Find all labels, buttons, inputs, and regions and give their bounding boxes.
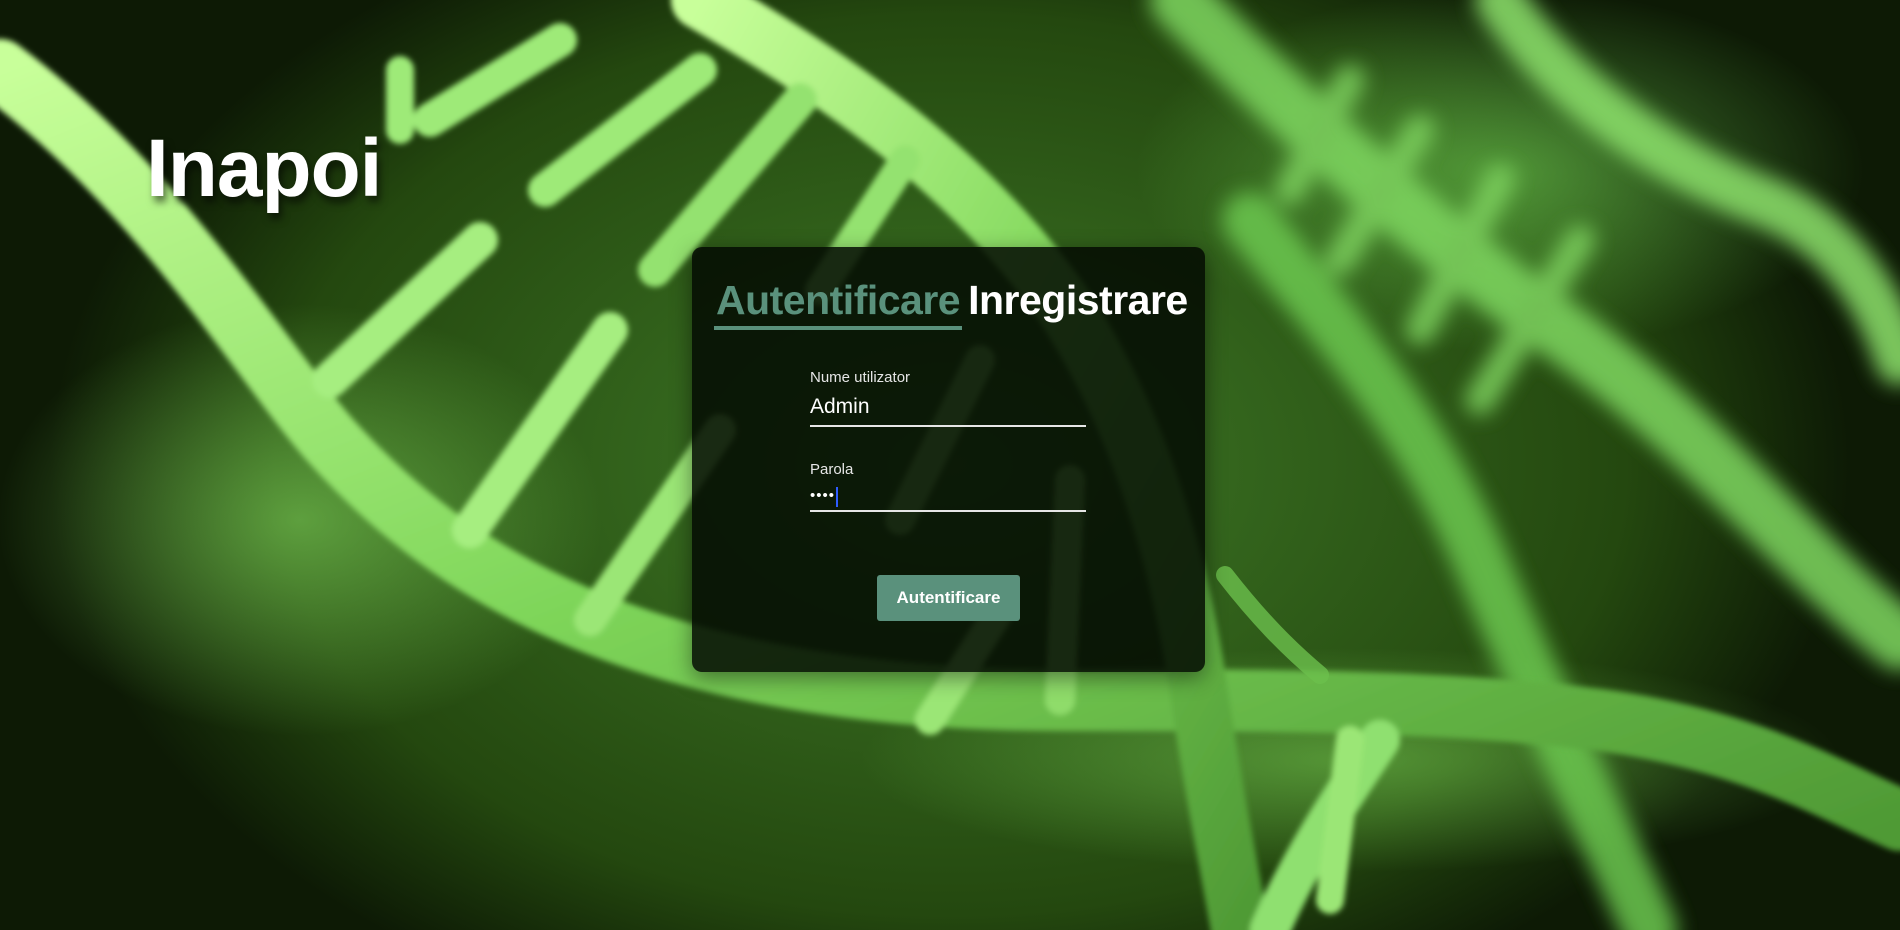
tab-register[interactable]: Inregistrare (966, 277, 1190, 323)
username-input[interactable] (810, 391, 1086, 427)
password-field-group: Parola (810, 461, 1086, 512)
auth-card: Autentificare Inregistrare Nume utilizato… (692, 247, 1205, 672)
login-submit-button[interactable]: Autentificare (877, 575, 1020, 621)
tab-login[interactable]: Autentificare (714, 277, 963, 330)
username-label: Nume utilizator (810, 369, 911, 386)
username-field-group: Nume utilizator (810, 369, 1086, 427)
password-label: Parola (810, 461, 854, 478)
auth-tabs: Autentificare Inregistrare (714, 277, 1190, 330)
text-caret (836, 487, 838, 507)
back-link[interactable]: Inapoi (146, 128, 382, 210)
password-input[interactable] (810, 483, 1086, 512)
